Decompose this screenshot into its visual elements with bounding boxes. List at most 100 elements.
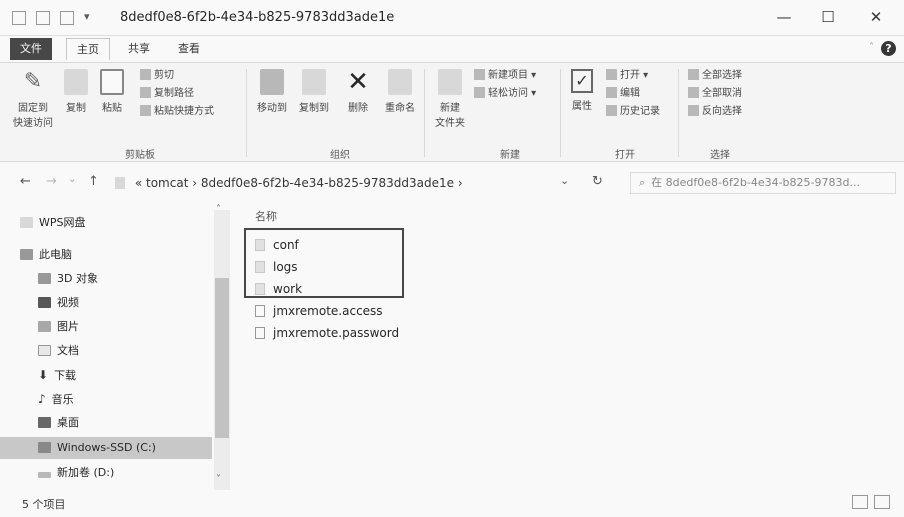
pin-quick-access-button[interactable]: ✎ 固定到 快速访问 bbox=[12, 69, 54, 129]
pin-label-2: 快速访问 bbox=[13, 118, 53, 129]
nav-item-label: 音乐 bbox=[51, 393, 74, 406]
nav-item-documents[interactable]: 文档 bbox=[38, 340, 79, 362]
search-input[interactable]: ⌕ 在 8dedf0e8-6f2b-4e34-b825-9783d... bbox=[630, 172, 896, 194]
cut-label: 剪切 bbox=[154, 70, 174, 81]
refresh-button[interactable]: ↻ bbox=[592, 174, 603, 189]
nav-item-label: Windows-SSD (C:) bbox=[57, 441, 156, 454]
ribbon-tabs: 文件 主页 共享 查看 ˄ ? bbox=[0, 36, 904, 62]
paste-icon bbox=[100, 69, 124, 95]
help-icon[interactable]: ? bbox=[881, 41, 896, 56]
edit-label: 编辑 bbox=[620, 88, 640, 99]
music-icon: ♪ bbox=[38, 392, 46, 406]
address-row: ← → ⌄ ↑ « tomcat › 8dedf0e8-6f2b-4e34-b8… bbox=[0, 168, 904, 200]
forward-button[interactable]: → bbox=[46, 174, 57, 189]
new-small-actions: 新建项目 ▾ 轻松访问 ▾ bbox=[474, 67, 536, 103]
nav-item-label: WPS网盘 bbox=[39, 216, 86, 229]
tab-home[interactable]: 主页 bbox=[66, 38, 110, 60]
nav-item-new-volume-d[interactable]: 新加卷 (D:) bbox=[38, 462, 114, 484]
nav-item-windows-ssd[interactable]: Windows-SSD (C:) bbox=[0, 437, 212, 459]
file-icon bbox=[255, 327, 265, 339]
copy-path-icon bbox=[140, 87, 151, 98]
nav-item-this-pc[interactable]: 此电脑 bbox=[20, 244, 72, 266]
new-folder-label-2: 文件夹 bbox=[435, 118, 465, 129]
select-all-icon bbox=[688, 69, 699, 80]
select-none-icon bbox=[688, 87, 699, 98]
details-view-icon[interactable] bbox=[852, 495, 868, 509]
paste-shortcut-button[interactable]: 粘贴快捷方式 bbox=[140, 103, 214, 121]
list-item[interactable]: jmxremote.password bbox=[255, 322, 399, 344]
scissors-icon bbox=[140, 69, 151, 80]
scroll-up-button[interactable]: ˄ bbox=[216, 204, 221, 215]
history-button[interactable]: 历史记录 bbox=[606, 103, 660, 121]
file-name: jmxremote.access bbox=[273, 304, 383, 318]
address-dropdown-button[interactable]: ⌄ bbox=[560, 174, 569, 187]
group-select-label: 选择 bbox=[710, 150, 730, 161]
properties-button[interactable]: ✓ 属性 bbox=[566, 69, 598, 112]
nav-item-wps-cloud[interactable]: WPS网盘 bbox=[20, 212, 86, 234]
breadcrumb-current[interactable]: 8dedf0e8-6f2b-4e34-b825-9783dd3ade1e bbox=[201, 176, 454, 190]
new-folder-label-1: 新建 bbox=[440, 103, 460, 114]
tab-share[interactable]: 共享 bbox=[118, 38, 160, 60]
nav-item-downloads[interactable]: ⬇ 下载 bbox=[38, 364, 76, 386]
pin-label-1: 固定到 bbox=[18, 103, 48, 114]
nav-item-videos[interactable]: 视频 bbox=[38, 292, 79, 314]
properties-label: 属性 bbox=[572, 101, 592, 112]
properties-quick-icon[interactable] bbox=[36, 11, 50, 25]
cut-button[interactable]: 剪切 bbox=[140, 67, 214, 85]
breadcrumb-end-separator[interactable]: › bbox=[458, 176, 463, 190]
invert-selection-icon bbox=[688, 105, 699, 116]
invert-selection-button[interactable]: 反向选择 bbox=[688, 103, 742, 121]
copy-path-label: 复制路径 bbox=[154, 88, 194, 99]
select-none-button[interactable]: 全部取消 bbox=[688, 85, 742, 103]
open-icon bbox=[606, 69, 617, 80]
path-prefix[interactable]: « bbox=[135, 176, 142, 190]
divider bbox=[424, 69, 425, 157]
collapse-ribbon-icon[interactable]: ˄ bbox=[869, 42, 874, 53]
column-header-name[interactable]: 名称 bbox=[255, 208, 277, 224]
nav-scrollbar-thumb[interactable] bbox=[215, 278, 229, 438]
edit-button[interactable]: 编辑 bbox=[606, 85, 660, 103]
move-to-button[interactable]: 移动到 bbox=[252, 69, 292, 114]
move-to-label: 移动到 bbox=[257, 103, 287, 114]
delete-button[interactable]: ✕ 删除 bbox=[340, 69, 376, 114]
address-bar[interactable]: « tomcat › 8dedf0e8-6f2b-4e34-b825-9783d… bbox=[115, 172, 585, 194]
divider bbox=[560, 69, 561, 157]
rename-button[interactable]: 重命名 bbox=[380, 69, 420, 114]
computer-icon bbox=[20, 249, 33, 260]
large-icons-view-icon[interactable] bbox=[874, 495, 890, 509]
document-icon bbox=[38, 345, 51, 356]
copy-to-button[interactable]: 复制到 bbox=[294, 69, 334, 114]
nav-item-3d-objects[interactable]: 3D 对象 bbox=[38, 268, 98, 290]
select-all-button[interactable]: 全部选择 bbox=[688, 67, 742, 85]
copy-path-button[interactable]: 复制路径 bbox=[140, 85, 214, 103]
back-button[interactable]: ← bbox=[20, 174, 31, 189]
new-item-button[interactable]: 新建项目 ▾ bbox=[474, 67, 536, 85]
maximize-button[interactable]: ☐ bbox=[808, 6, 848, 28]
close-button[interactable]: ✕ bbox=[856, 6, 896, 28]
delete-label: 删除 bbox=[348, 103, 368, 114]
breadcrumb-tomcat[interactable]: tomcat bbox=[146, 176, 188, 190]
new-folder-quick-icon[interactable] bbox=[60, 11, 74, 25]
tab-file[interactable]: 文件 bbox=[10, 38, 52, 60]
nav-item-label: 视频 bbox=[57, 296, 79, 309]
paste-button[interactable]: 粘贴 bbox=[96, 69, 128, 114]
folder-icon[interactable] bbox=[12, 11, 26, 25]
new-folder-button[interactable]: 新建 文件夹 bbox=[430, 69, 470, 129]
tab-view[interactable]: 查看 bbox=[168, 38, 210, 60]
scroll-down-button[interactable]: ˅ bbox=[216, 474, 221, 485]
divider bbox=[246, 69, 247, 157]
minimize-button[interactable]: — bbox=[764, 6, 804, 28]
nav-item-pictures[interactable]: 图片 bbox=[38, 316, 79, 338]
list-item[interactable]: jmxremote.access bbox=[255, 300, 383, 322]
group-new-label: 新建 bbox=[500, 150, 520, 161]
customize-toolbar-icon[interactable]: ▾ bbox=[84, 10, 90, 23]
up-button[interactable]: ↑ bbox=[88, 174, 99, 189]
nav-item-music[interactable]: ♪ 音乐 bbox=[38, 388, 74, 410]
nav-item-desktop[interactable]: 桌面 bbox=[38, 412, 79, 434]
open-button[interactable]: 打开 ▾ bbox=[606, 67, 660, 85]
recent-locations-button[interactable]: ⌄ bbox=[68, 174, 76, 185]
easy-access-button[interactable]: 轻松访问 ▾ bbox=[474, 85, 536, 103]
copy-button[interactable]: 复制 bbox=[60, 69, 92, 114]
search-icon: ⌕ bbox=[639, 176, 646, 189]
ribbon: ✎ 固定到 快速访问 复制 粘贴 剪切 复制路径 粘贴快捷方式 剪贴板 移动到 … bbox=[0, 62, 904, 162]
